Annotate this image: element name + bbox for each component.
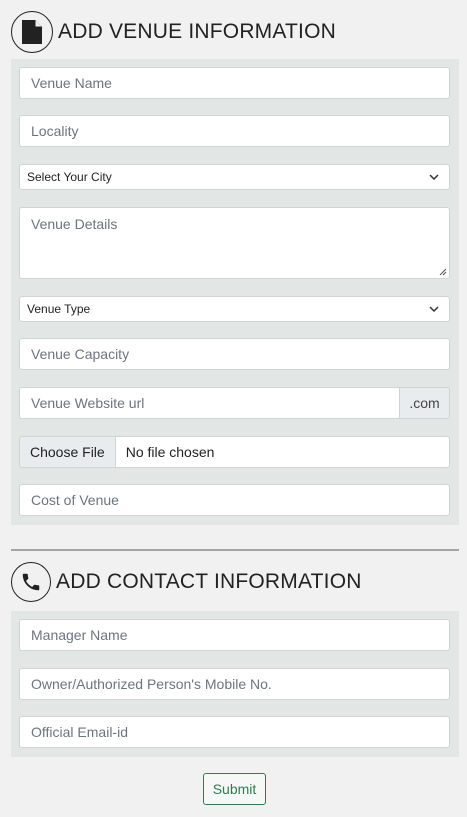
document-icon (11, 11, 53, 53)
venue-capacity-input[interactable]: Venue Capacity (19, 338, 450, 370)
venue-section-title: ADD VENUE INFORMATION (58, 20, 336, 43)
contact-form-panel: Manager Name Owner/Authorized Person's M… (11, 611, 459, 757)
website-url-input[interactable]: Venue Website url (19, 387, 400, 419)
resize-handle-icon[interactable] (438, 267, 447, 276)
venue-cost-input[interactable]: Cost of Venue (19, 484, 450, 516)
venue-details-textarea[interactable]: Venue Details (19, 207, 450, 279)
contact-section-title: ADD CONTACT INFORMATION (56, 570, 362, 593)
venue-type-select[interactable]: Venue Type (19, 296, 450, 322)
mobile-number-placeholder: Owner/Authorized Person's Mobile No. (31, 676, 272, 692)
locality-input[interactable]: Locality (19, 115, 450, 147)
venue-section-header: ADD VENUE INFORMATION (11, 11, 336, 53)
chevron-down-icon (429, 306, 439, 312)
contact-section-header: ADD CONTACT INFORMATION (11, 562, 362, 602)
mobile-number-input[interactable]: Owner/Authorized Person's Mobile No. (19, 668, 450, 700)
venue-type-select-value: Venue Type (27, 302, 91, 316)
city-select-value: Select Your City (27, 170, 112, 184)
section-divider (11, 549, 459, 551)
venue-details-placeholder: Venue Details (31, 216, 118, 232)
venue-name-input[interactable]: Venue Name (19, 67, 450, 99)
website-input-group: Venue Website url .com (19, 387, 450, 419)
chevron-down-icon (429, 174, 439, 180)
file-upload-input[interactable]: Choose File No file chosen (19, 436, 450, 468)
venue-form-panel: Venue Name Locality Select Your City Ven… (11, 59, 459, 525)
city-select[interactable]: Select Your City (19, 164, 450, 190)
manager-name-placeholder: Manager Name (31, 627, 128, 643)
file-status-text: No file chosen (125, 444, 215, 460)
venue-cost-placeholder: Cost of Venue (31, 492, 119, 508)
submit-button[interactable]: Submit (203, 773, 266, 805)
official-email-input[interactable]: Official Email-id (19, 716, 450, 748)
manager-name-input[interactable]: Manager Name (19, 619, 450, 651)
phone-icon (11, 562, 51, 602)
choose-file-button[interactable]: Choose File (20, 437, 116, 467)
venue-name-placeholder: Venue Name (31, 75, 112, 91)
website-suffix-addon: .com (400, 387, 450, 419)
official-email-placeholder: Official Email-id (31, 724, 128, 740)
website-url-placeholder: Venue Website url (31, 395, 145, 411)
venue-capacity-placeholder: Venue Capacity (31, 346, 130, 362)
locality-placeholder: Locality (31, 123, 79, 139)
